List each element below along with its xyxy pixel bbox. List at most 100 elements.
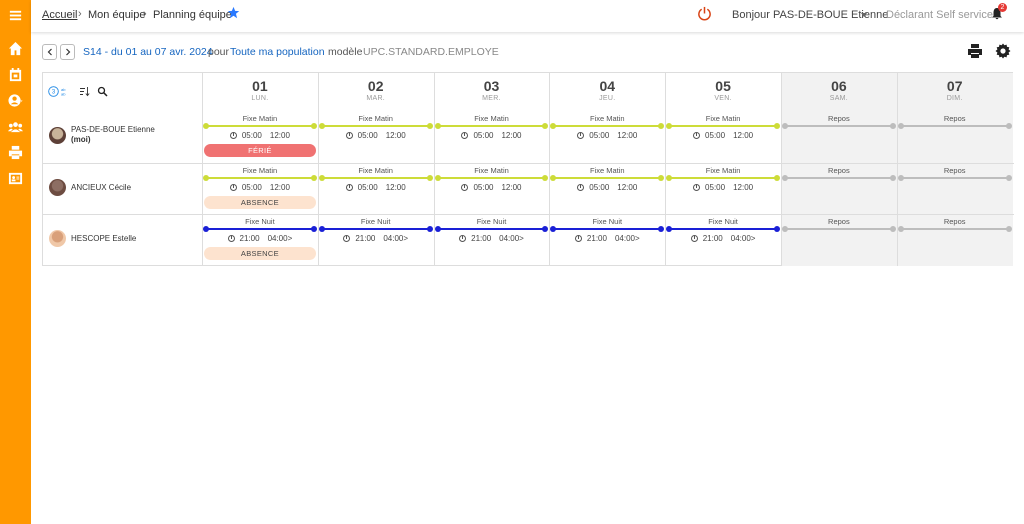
avatar [49,127,66,144]
planning-cell[interactable]: Fixe Nuit 21:00 04:00> ABSENCE [202,214,318,265]
planning-cell[interactable]: Repos [897,163,1013,214]
shift-start-dot [550,123,557,129]
menu-icon[interactable] [0,4,31,26]
absence-badge[interactable]: ABSENCE [204,195,316,209]
shift-start-time: 05:00 [473,182,494,192]
settings-gear-icon[interactable] [995,43,1011,59]
employee-name[interactable]: PAS-DE-BOUE Etienne (moi) [71,125,155,145]
planning-grid: 3 ab ab 01 LUN. 02 MAR. 03 MER. 04 JEU. 05 VEN. 06 S… [42,72,1014,266]
day-header[interactable]: 02 MAR. [318,73,434,113]
absence-badge[interactable]: ABSENCE [204,247,316,260]
shift-start-time: 05:00 [589,131,610,140]
planning-cell[interactable]: Fixe Nuit 21:00 04:00> [549,214,665,265]
shift-start-dot [318,174,325,181]
user-circle-icon[interactable] [0,89,31,111]
shift-bar [203,123,317,129]
shift-start-dot [434,226,441,232]
shift-times: 05:00 12:00 [434,131,550,140]
shift-end-time: 12:00 [269,131,290,140]
planning-cell[interactable]: Fixe Matin 05:00 12:00 [318,111,434,162]
day-header[interactable]: 01 LUN. [202,73,318,113]
day-header[interactable]: 06 SAM. [781,73,897,113]
shift-start-dot [318,226,325,232]
week-selector[interactable]: S14 - du 01 au 07 avr. 2024 [83,46,213,58]
planning-cell[interactable]: Fixe Nuit 21:00 04:00> [318,214,434,265]
count-circle-icon[interactable]: 3 [48,86,59,97]
shift-end-dot [310,123,317,129]
shift-end-dot [1005,174,1012,181]
day-number: 02 [367,78,384,94]
breadcrumb-team[interactable]: Mon équipe [88,9,146,21]
shift-name: Fixe Matin [589,165,625,175]
planning-cell[interactable]: Fixe Matin 05:00 12:00 [434,111,550,162]
day-header[interactable]: 03 MER. [434,73,550,113]
shift-end-dot [773,123,780,129]
shift-times: 05:00 12:00 [318,183,434,192]
day-header[interactable]: 07 DIM. [897,73,1013,113]
shift-times: 05:00 12:00 [202,131,318,140]
shift-start-dot [897,174,904,181]
shift-end-time: 12:00 [733,131,754,140]
day-header[interactable]: 04 JEU. [549,73,665,113]
home-icon[interactable] [0,37,31,59]
shift-times: 21:00 04:00> [434,234,550,243]
shift-end-time: 12:00 [617,182,638,192]
calendar-icon[interactable] [0,63,31,85]
next-week-button[interactable] [60,44,75,60]
avatar [49,230,66,247]
planning-cell[interactable]: Repos [897,214,1013,265]
planning-cell[interactable]: Repos [897,111,1013,162]
planning-cell[interactable]: Fixe Matin 05:00 12:00 ABSENCE [202,163,318,214]
employee-row-header[interactable]: HESCOPE Estelle [43,214,202,265]
declarant-link[interactable]: Déclarant Self service [886,9,993,21]
shift-name: Fixe Nuit [708,217,738,226]
planning-cell[interactable]: Fixe Matin 05:00 12:00 [549,111,665,162]
power-icon[interactable] [697,6,712,21]
print-icon[interactable] [967,43,983,59]
favorite-star-icon[interactable] [227,6,240,19]
planning-cell[interactable]: Repos [781,163,897,214]
planning-cell[interactable]: Repos [781,214,897,265]
avatar [49,178,66,196]
employee-row-header[interactable]: ANCIEUX Cécile [43,163,202,214]
shift-end-time: 12:00 [733,182,754,192]
employee-name[interactable]: HESCOPE Estelle [71,234,136,244]
breadcrumb-home[interactable]: Accueil [42,9,77,21]
clock-icon [577,183,585,191]
ferie-badge[interactable]: FÉRIÉ [204,144,316,157]
shift-start-dot [203,123,209,129]
planning-cell[interactable]: Fixe Nuit 21:00 04:00> [434,214,550,265]
clock-icon [574,235,582,242]
shift-bar [434,123,549,129]
sort-alpha-icon[interactable]: abab [61,86,72,97]
day-number: 04 [599,78,616,94]
caret-down-icon[interactable] [861,13,867,17]
planning-cell[interactable]: Fixe Matin 05:00 12:00 [318,163,434,214]
id-card-icon[interactable] [0,167,31,189]
previous-week-button[interactable] [42,44,57,60]
search-icon[interactable] [97,86,108,97]
shift-name: Fixe Nuit [245,217,275,226]
planning-cell[interactable]: Fixe Matin 05:00 12:00 [434,163,550,214]
employee-row-header[interactable]: PAS-DE-BOUE Etienne (moi) [43,111,202,162]
planning-cell[interactable]: Repos [781,111,897,162]
shift-name: Fixe Matin [242,165,278,175]
day-name: DIM. [946,95,963,102]
planning-cell[interactable]: Fixe Matin 05:00 12:00 [665,163,781,214]
shift-times: 05:00 12:00 [549,183,665,192]
employee-name[interactable]: ANCIEUX Cécile [71,183,131,193]
planning-cell[interactable]: Fixe Matin 05:00 12:00 [549,163,665,214]
planning-cell[interactable]: Fixe Matin 05:00 12:00 [665,111,781,162]
shift-start-dot [666,226,673,232]
clock-icon [459,235,467,242]
breadcrumb-current: Planning équipe [153,9,232,21]
shift-times: 21:00 04:00> [549,234,665,243]
planning-cell[interactable]: Fixe Nuit 21:00 04:00> [665,214,781,265]
shift-start-time: 05:00 [473,131,494,140]
print-icon[interactable] [0,141,31,163]
day-header[interactable]: 05 VEN. [665,73,781,113]
sort-order-icon[interactable] [79,86,90,97]
planning-cell[interactable]: Fixe Matin 05:00 12:00 FÉRIÉ [202,111,318,162]
population-link[interactable]: Toute ma population [230,46,325,58]
team-icon[interactable] [0,115,31,137]
